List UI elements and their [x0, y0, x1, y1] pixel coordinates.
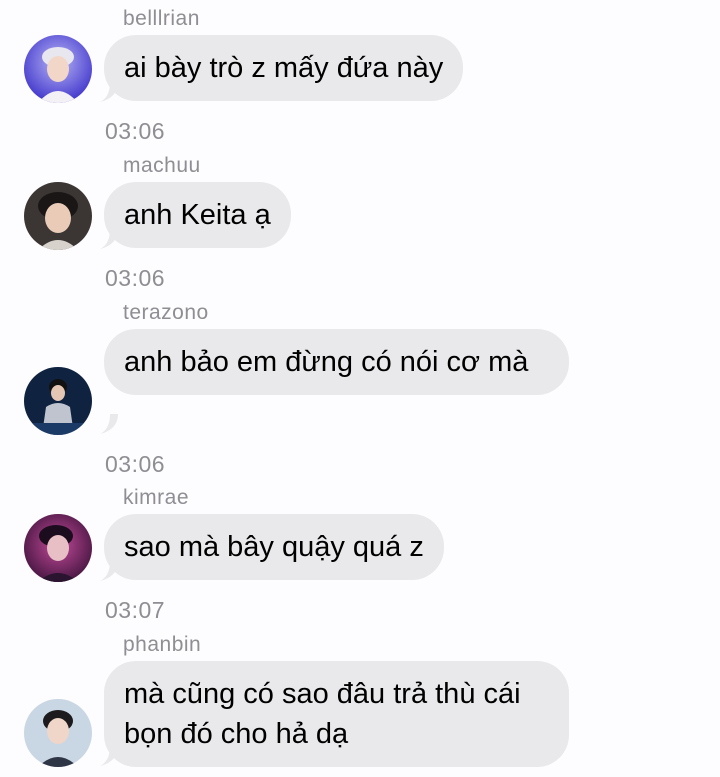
message-text: anh bảo em đừng có nói cơ mà: [124, 346, 529, 378]
message-text: mà cũng có sao đâu trả thù cái bọn đó ch…: [124, 678, 521, 750]
sender-name: machuu: [123, 154, 201, 177]
bubble-tail: [100, 414, 118, 434]
message-text: ai bày trò z mấy đứa này: [124, 52, 444, 84]
message-bubble[interactable]: anh bảo em đừng có nói cơ mà: [104, 329, 569, 395]
chat-thread: belllrian ai bày trò z mấy đứa này 03:06…: [0, 0, 720, 777]
user-avatar-icon[interactable]: [24, 35, 92, 103]
message-bubble[interactable]: sao mà bây quậy quá z: [104, 514, 444, 580]
sender-name: belllrian: [123, 7, 200, 30]
user-avatar-icon[interactable]: [24, 514, 92, 582]
sender-name: terazono: [123, 301, 209, 324]
message-text: sao mà bây quậy quá z: [124, 531, 424, 563]
sender-name: kimrae: [123, 486, 190, 509]
user-avatar-icon[interactable]: [24, 182, 92, 250]
user-avatar-icon[interactable]: [24, 367, 92, 435]
message-timestamp: 03:06: [105, 265, 166, 291]
message-timestamp: 03:07: [105, 597, 166, 623]
message-bubble[interactable]: ai bày trò z mấy đứa này: [104, 35, 464, 101]
message-bubble[interactable]: mà cũng có sao đâu trả thù cái bọn đó ch…: [104, 661, 569, 767]
message-text: anh Keita ạ: [124, 199, 271, 231]
sender-name: phanbin: [123, 633, 202, 656]
user-avatar-icon[interactable]: [24, 699, 92, 767]
message-timestamp: 03:06: [105, 451, 166, 477]
message-bubble[interactable]: anh Keita ạ: [104, 182, 291, 248]
message-timestamp: 03:06: [105, 118, 166, 144]
